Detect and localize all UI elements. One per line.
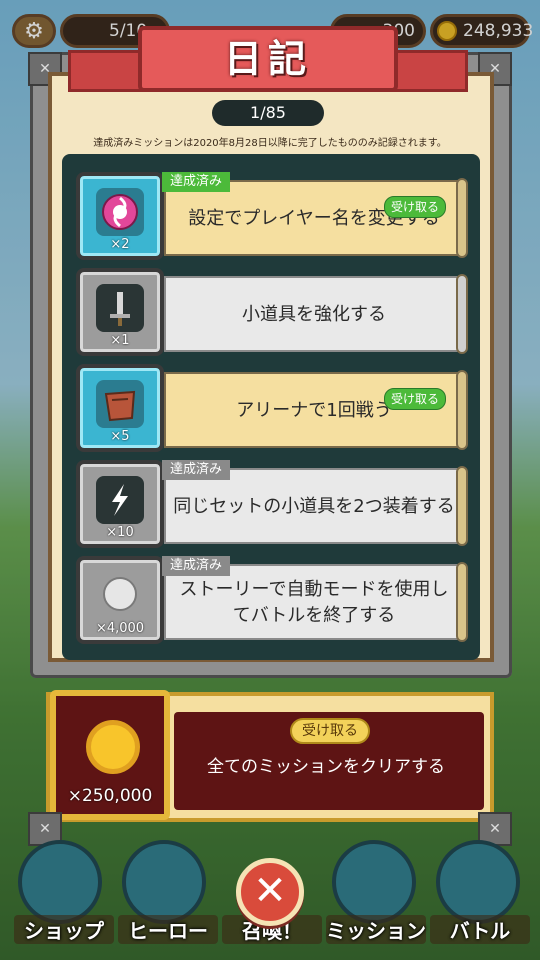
reward-slot: ×10: [76, 460, 164, 548]
reward-slot: ×2: [76, 172, 164, 260]
dialog-title: 日記: [223, 37, 312, 81]
nav-hero-label[interactable]: ヒーロー: [118, 915, 218, 944]
mission-row[interactable]: ×2 設定でプレイヤー名を変更する 受け取る 達成済み: [76, 172, 468, 264]
nav-mission-label[interactable]: ミッション: [326, 915, 426, 944]
reward-qty: ×4,000: [95, 621, 145, 636]
sword-icon: [110, 292, 130, 326]
title-ribbon: 日記: [68, 22, 468, 104]
page-indicator: 1/85: [212, 100, 324, 126]
completed-tag: 達成済み: [162, 556, 231, 576]
all-clear-reward-slot: ×250,000: [50, 690, 170, 820]
battle-nav-icon[interactable]: [436, 840, 520, 924]
close-icon: ✕: [253, 868, 287, 914]
silver-coin-icon: [103, 577, 137, 611]
all-clear-qty: ×250,000: [67, 786, 153, 806]
all-clear-text: 全てのミッションをクリアする: [207, 757, 445, 777]
all-clear-claim-button[interactable]: 受け取る: [290, 718, 370, 744]
mission-text: 小道具を強化する: [242, 304, 386, 325]
mission-bar: アリーナで1回戦う 受け取る: [164, 372, 462, 448]
nav-battle-label[interactable]: バトル: [430, 915, 530, 944]
mission-text: アリーナで1回戦う: [236, 400, 392, 421]
reward-qty: ×1: [110, 333, 130, 348]
claim-button[interactable]: 受け取る: [383, 388, 446, 410]
reward-slot: ×1: [76, 268, 164, 356]
record-notice: 達成済みミッションは2020年8月28日以降に完了したもののみ記録されます。: [93, 138, 447, 149]
claim-button[interactable]: 受け取る: [383, 196, 446, 218]
mission-bar: 小道具を強化する: [164, 276, 462, 352]
mission-row[interactable]: ×10 同じセットの小道具を2つ装着する 達成済み: [76, 460, 468, 552]
leather-bag-icon: [104, 390, 136, 422]
mission-row[interactable]: ×1 小道具を強化する: [76, 268, 468, 360]
lightning-icon: [112, 484, 128, 516]
mission-text: 設定でプレイヤー名を変更する: [188, 208, 440, 229]
close-button[interactable]: ✕: [236, 858, 304, 926]
nav-shop-label[interactable]: ショップ: [14, 915, 114, 944]
reward-slot: ×4,000: [76, 556, 164, 644]
shop-nav-icon[interactable]: [18, 840, 102, 924]
hero-nav-icon[interactable]: [122, 840, 206, 924]
completed-tag: 達成済み: [162, 172, 231, 192]
pink-swirl-icon: [102, 194, 138, 230]
mission-text: ストーリーで自動モードを使用してバトルを終了する: [179, 579, 449, 626]
reward-slot: ×5: [76, 364, 164, 452]
mission-text: 同じセットの小道具を2つ装着する: [173, 496, 455, 517]
completed-tag: 達成済み: [162, 460, 231, 480]
reward-qty: ×10: [106, 525, 134, 540]
reward-qty: ×2: [110, 237, 130, 252]
mission-nav-icon[interactable]: [332, 840, 416, 924]
mission-row[interactable]: ×4,000 ストーリーで自動モードを使用してバトルを終了する 達成済み: [76, 556, 468, 648]
mission-row[interactable]: ×5 アリーナで1回戦う 受け取る: [76, 364, 468, 456]
gold-coin-icon: [86, 720, 140, 774]
reward-qty: ×5: [110, 429, 130, 444]
